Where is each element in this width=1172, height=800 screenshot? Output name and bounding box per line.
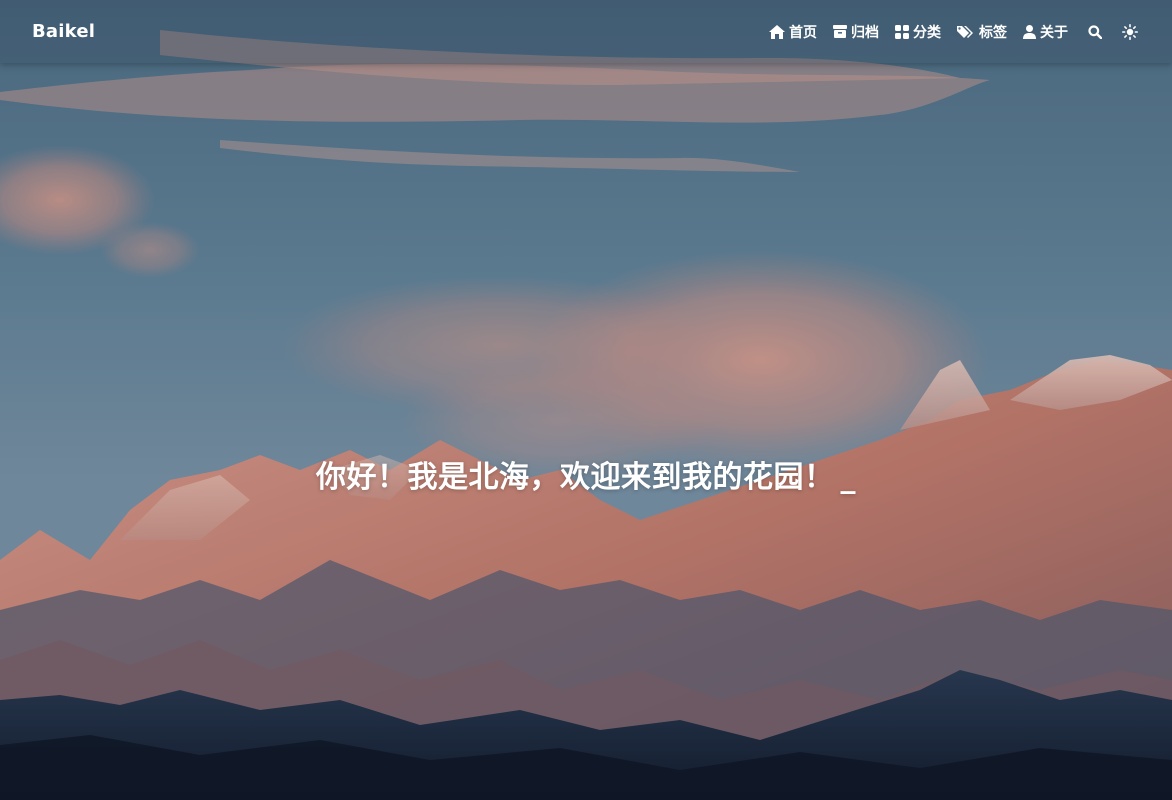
grid-icon: [895, 24, 909, 39]
home-icon: [769, 24, 785, 39]
user-icon: [1023, 24, 1036, 39]
nav-label-tags: 标签: [979, 24, 1007, 41]
hero-subtitle-text: 你好！我是北海，欢迎来到我的花园！: [316, 460, 835, 495]
nav-label-home: 首页: [789, 24, 817, 41]
hero-subtitle: 你好！我是北海，欢迎来到我的花园！ _: [0, 452, 1172, 496]
top-navbar: Baikel 首页 归档 分类 标签 关于: [0, 0, 1172, 63]
page: Baikel 首页 归档 分类 标签 关于 你好！我是北海，欢迎来到我的花园！ …: [0, 0, 1172, 800]
nav-label-archive: 归档: [851, 24, 879, 41]
theme-toggle-button[interactable]: [1122, 23, 1138, 40]
typing-cursor: _: [840, 460, 856, 495]
sun-icon: [1122, 23, 1138, 40]
search-button[interactable]: [1088, 24, 1102, 39]
nav-item-home[interactable]: 首页: [769, 22, 817, 42]
search-icon: [1088, 24, 1102, 39]
nav-item-categories[interactable]: 分类: [895, 22, 941, 42]
nav-item-archive[interactable]: 归档: [833, 22, 879, 42]
nav-label-about: 关于: [1040, 24, 1068, 41]
nav-item-tags[interactable]: 标签: [957, 22, 1007, 42]
nav-label-categories: 分类: [913, 24, 941, 41]
main-nav: 首页 归档 分类 标签 关于: [769, 22, 1138, 42]
archive-icon: [833, 25, 847, 38]
tags-icon: [957, 25, 973, 38]
site-brand[interactable]: Baikel: [32, 21, 95, 42]
nav-item-about[interactable]: 关于: [1023, 22, 1068, 42]
background-overlay: [0, 0, 1172, 800]
